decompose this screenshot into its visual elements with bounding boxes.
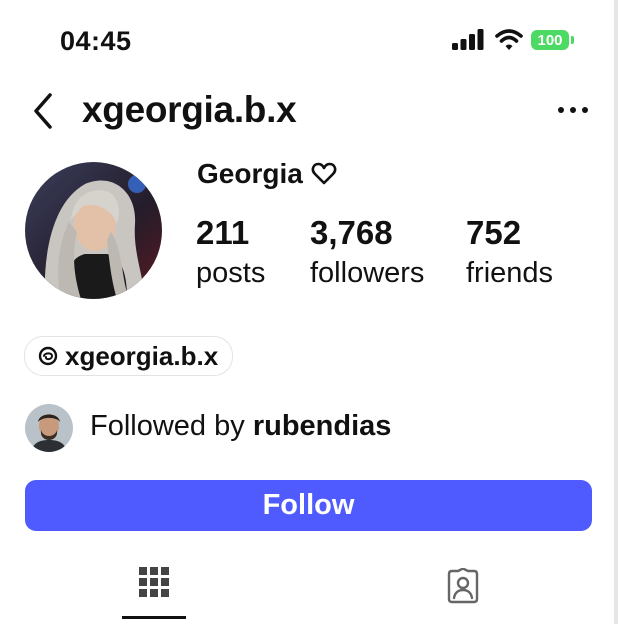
followed-by-prefix: Followed by [90,410,245,442]
stat-value: 211 [196,214,250,251]
follow-button-label: Follow [262,489,355,521]
scroll-edge [614,0,618,624]
page-title: xgeorgia.b.x [82,89,297,130]
threads-icon [38,346,58,366]
heart-outline-icon [311,162,337,185]
grid-icon[interactable] [138,566,170,598]
chevron-left-icon[interactable] [30,91,56,131]
followed-by-user[interactable]: rubendias [253,410,392,442]
stat-followers[interactable]: 3,768 followers [310,213,424,291]
wifi-icon [495,29,523,50]
ellipsis-horizontal-icon[interactable] [557,105,589,115]
display-name-text: Georgia [197,158,303,189]
battery-indicator: 100 [531,30,569,50]
followed-by-text: Followed by rubendias [90,410,391,443]
stat-label: posts [196,257,266,289]
tagged-person-icon[interactable] [445,568,481,604]
stat-posts[interactable]: 211 posts [196,213,265,291]
status-time: 04:45 [60,26,132,56]
stat-label: followers [310,257,425,289]
stat-value: 3,768 [310,214,393,251]
display-name: Georgia [197,158,337,190]
stat-label: friends [466,257,554,289]
threads-link[interactable]: xgeorgia.b.x [24,336,234,376]
follower-avatar[interactable] [25,404,73,452]
profile-photo [25,162,162,299]
stat-value: 752 [466,214,522,251]
follower-photo [25,404,73,452]
battery-cap [571,36,574,44]
stat-friends[interactable]: 752 friends [466,213,553,291]
active-tab-indicator [122,616,186,619]
cellular-signal-icon [452,29,484,50]
battery-level: 100 [537,31,563,49]
follow-button[interactable]: Follow [25,480,592,531]
threads-handle: xgeorgia.b.x [65,340,219,371]
profile-avatar[interactable] [25,162,162,299]
